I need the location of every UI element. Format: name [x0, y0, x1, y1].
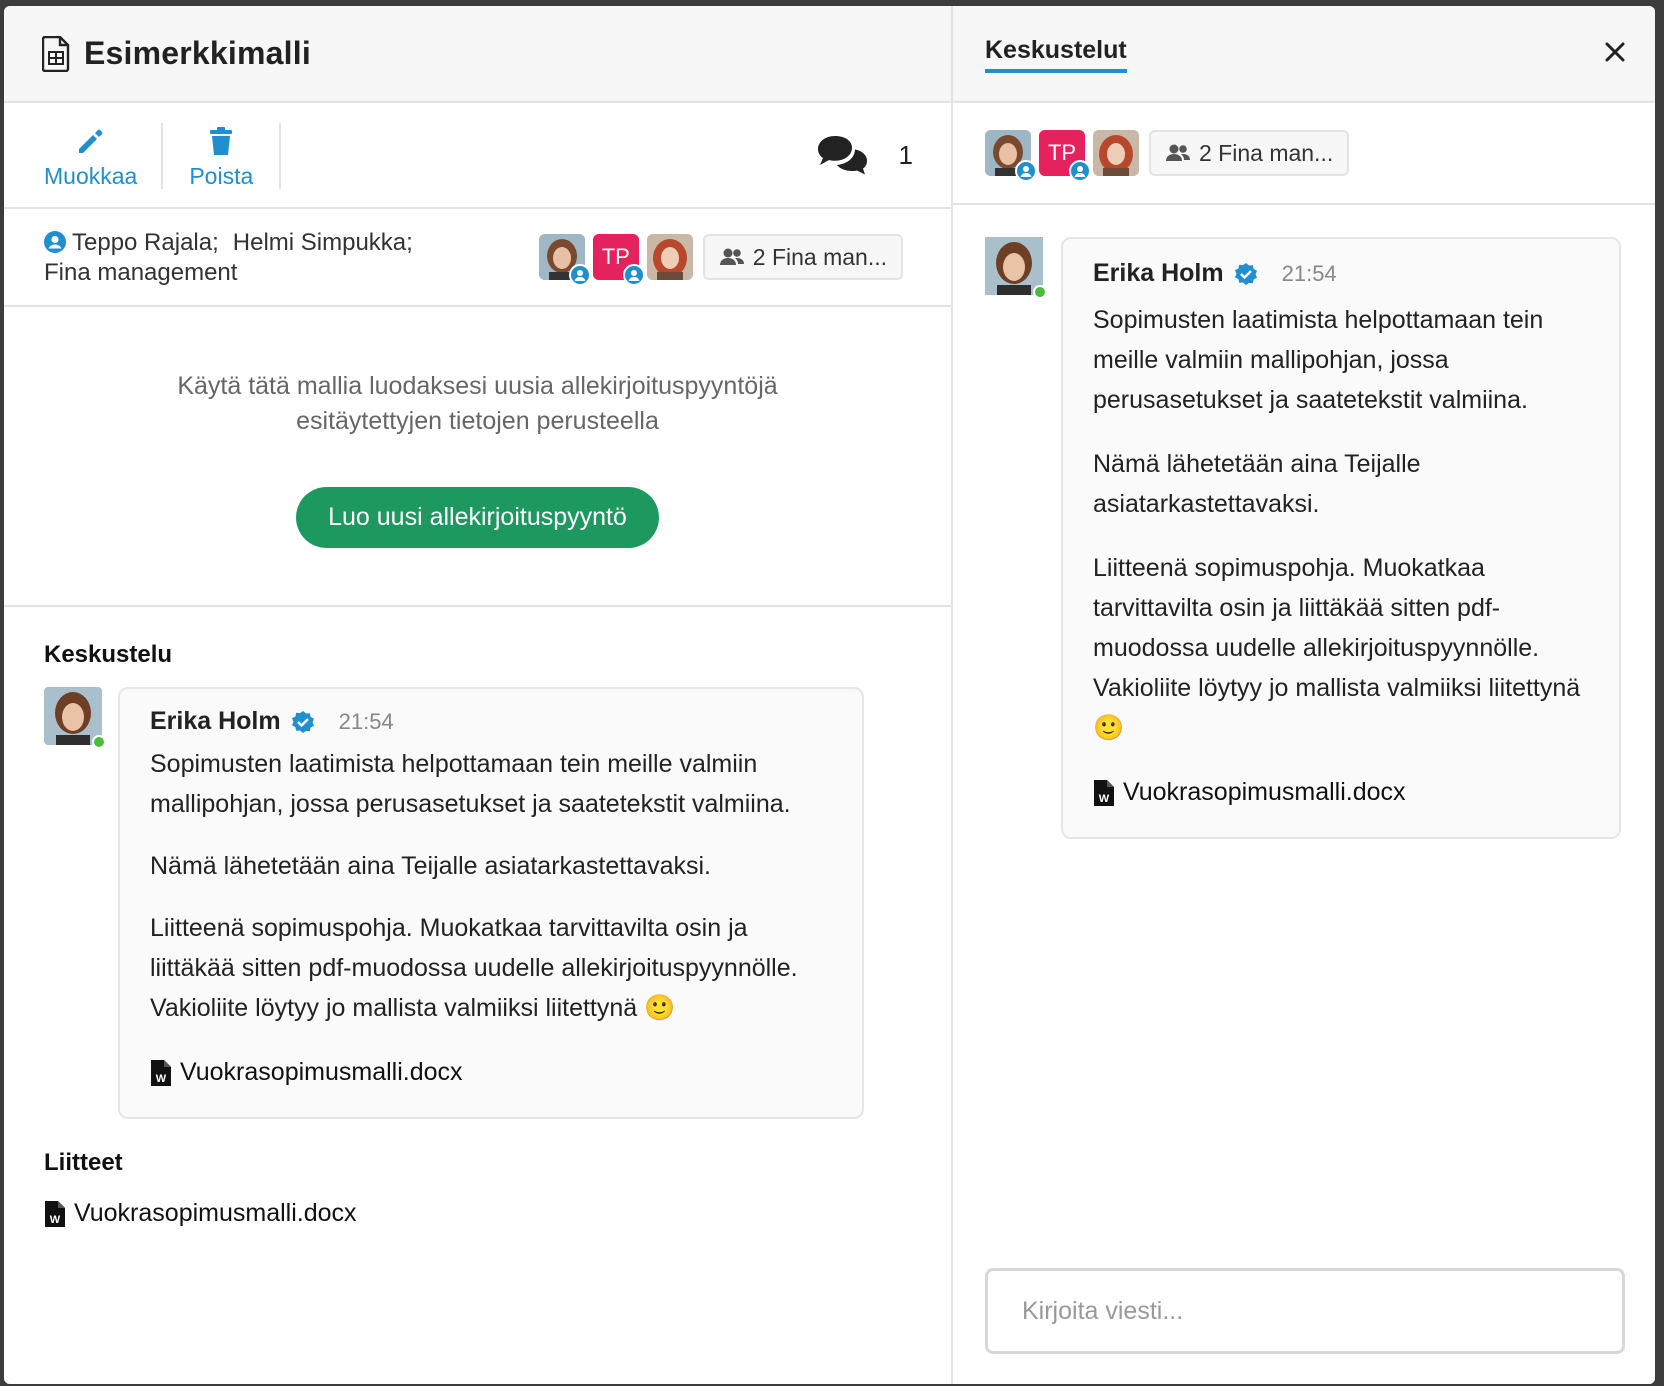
scroll-fade	[4, 1294, 951, 1384]
message-time: 21:54	[1281, 260, 1337, 286]
message-paragraph: Nämä lähetetään aina Teijalle asiatarkas…	[1093, 450, 1421, 518]
word-file-icon: W	[45, 1200, 65, 1227]
toolbar-divider	[279, 123, 282, 189]
intro-text: esitäytettyjen tietojen perusteella	[296, 407, 659, 435]
conversation-section: Keskustelu Erika Holm 21:54 Sopimusten l…	[4, 607, 951, 1119]
message: Erika Holm 21:54 Sopimusten laatimista h…	[985, 237, 1625, 839]
intro-text: Käytä tätä mallia luodaksesi uusia allek…	[177, 372, 778, 400]
comments-icon	[817, 136, 867, 175]
message-author[interactable]: Erika Holm	[150, 707, 281, 736]
conversation-title: Keskustelu	[44, 641, 173, 668]
delete-label: Poista	[189, 162, 254, 189]
avatar-initials[interactable]: TP	[592, 234, 645, 286]
delete-button[interactable]: Poista	[163, 107, 279, 207]
template-document-icon	[42, 35, 70, 72]
svg-text:W: W	[1099, 793, 1110, 805]
chat-messages: Erika Holm 21:54 Sopimusten laatimista h…	[953, 205, 1655, 839]
group-chip[interactable]: 2 Fina man...	[1149, 130, 1350, 176]
tab-conversations[interactable]: Keskustelut	[985, 36, 1127, 73]
attachment-name: Vuokrasopimusmalli.docx	[1123, 778, 1406, 806]
message-paragraph: Nämä lähetetään aina Teijalle asiatarkas…	[150, 852, 711, 880]
participant-avatars: TP 2 Fina man...	[985, 130, 1350, 182]
message-paragraph: Liitteenä sopimuspohja. Muokatkaa tarvit…	[1093, 554, 1581, 742]
verified-icon	[1234, 262, 1257, 285]
verified-icon	[291, 710, 314, 733]
participant-name: Fina management	[44, 259, 238, 286]
message-paragraph: Liitteenä sopimuspohja. Muokatkaa tarvit…	[150, 914, 798, 1022]
template-panel: Esimerkkimalli Muokkaa Poista 1 Teppo Ra…	[4, 6, 953, 1384]
attachment-name: Vuokrasopimusmalli.docx	[180, 1058, 463, 1086]
attachment-item[interactable]: W Vuokrasopimusmalli.docx	[44, 1199, 911, 1228]
users-icon	[719, 248, 744, 265]
message-time: 21:54	[338, 708, 394, 734]
participant-names: Teppo Rajala; Helmi Simpukka; Fina manage…	[44, 228, 413, 288]
user-circle-icon	[44, 231, 66, 253]
message-bubble: Erika Holm 21:54 Sopimusten laatimista h…	[118, 687, 864, 1119]
participant-name: Helmi Simpukka;	[232, 229, 413, 256]
trash-icon	[210, 126, 233, 155]
attachments-title: Liitteet	[44, 1149, 123, 1176]
users-icon	[1166, 144, 1190, 161]
chat-panel: Keskustelut TP 2 Fina man... Erika Holm …	[953, 6, 1655, 1384]
avatar[interactable]	[44, 687, 106, 749]
template-title: Esimerkkimalli	[84, 35, 311, 71]
edit-button[interactable]: Muokkaa	[4, 107, 161, 207]
avatar[interactable]	[538, 234, 591, 286]
participant-avatars: TP 2 Fina man...	[538, 234, 903, 286]
participant-name: Teppo Rajala;	[72, 229, 219, 256]
user-badge-icon	[568, 264, 591, 286]
avatar[interactable]	[985, 237, 1047, 299]
attachments-section: Liitteet W Vuokrasopimusmalli.docx	[4, 1119, 951, 1228]
user-badge-icon	[622, 264, 645, 286]
online-status-dot	[1033, 285, 1047, 299]
template-toolbar: Muokkaa Poista 1	[4, 103, 951, 209]
comment-count: 1	[898, 139, 913, 170]
group-label: 2 Fina man...	[1199, 139, 1334, 166]
svg-text:W: W	[156, 1073, 167, 1085]
template-header: Esimerkkimalli	[4, 6, 951, 103]
comments-button[interactable]: 1	[815, 133, 913, 177]
avatar[interactable]	[646, 234, 693, 280]
message-attachment[interactable]: W Vuokrasopimusmalli.docx	[150, 1058, 832, 1087]
group-chip[interactable]: 2 Fina man...	[702, 234, 903, 280]
group-label: 2 Fina man...	[752, 243, 887, 270]
avatar-initials[interactable]: TP	[1039, 130, 1091, 182]
online-status-dot	[92, 735, 106, 749]
avatar[interactable]	[985, 130, 1037, 182]
avatar[interactable]	[1093, 130, 1139, 176]
chat-header: Keskustelut	[953, 6, 1655, 103]
close-icon[interactable]	[1601, 38, 1629, 66]
message-attachment[interactable]: W Vuokrasopimusmalli.docx	[1093, 778, 1589, 807]
svg-text:W: W	[50, 1214, 61, 1226]
message-composer[interactable]	[985, 1268, 1625, 1354]
app-window: Esimerkkimalli Muokkaa Poista 1 Teppo Ra…	[4, 6, 1655, 1384]
message-author[interactable]: Erika Holm	[1093, 259, 1224, 288]
message-input[interactable]	[1022, 1296, 1588, 1326]
message: Erika Holm 21:54 Sopimusten laatimista h…	[44, 687, 911, 1119]
user-badge-icon	[1069, 160, 1091, 182]
create-request-button[interactable]: Luo uusi allekirjoituspyyntö	[296, 487, 659, 548]
participants-bar: Teppo Rajala; Helmi Simpukka; Fina manage…	[4, 209, 951, 307]
edit-label: Muokkaa	[44, 162, 138, 189]
user-badge-icon	[1015, 160, 1037, 182]
message-paragraph: Sopimusten laatimista helpottamaan tein …	[150, 750, 791, 818]
create-request-section: Käytä tätä mallia luodaksesi uusia allek…	[4, 307, 951, 607]
word-file-icon: W	[151, 1059, 171, 1086]
attachment-name: Vuokrasopimusmalli.docx	[74, 1199, 357, 1227]
message-bubble: Erika Holm 21:54 Sopimusten laatimista h…	[1061, 237, 1621, 839]
word-file-icon: W	[1094, 779, 1114, 806]
message-paragraph: Sopimusten laatimista helpottamaan tein …	[1093, 306, 1544, 414]
pencil-icon	[78, 129, 103, 153]
chat-participants: TP 2 Fina man...	[953, 103, 1655, 205]
